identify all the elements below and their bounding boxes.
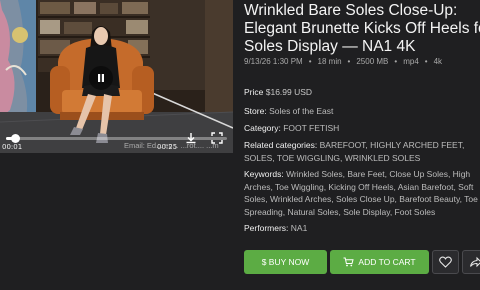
favorite-button[interactable] — [432, 250, 459, 274]
meta-date: 9/13/26 1:30 PM — [244, 57, 303, 66]
meta-size: 2500 MB — [356, 57, 389, 66]
fullscreen-button[interactable] — [210, 131, 224, 145]
duration: 00:25 — [157, 143, 178, 151]
category-link[interactable]: FOOT FETISH — [283, 123, 339, 133]
category-row: Category: FOOT FETISH — [244, 122, 339, 135]
performers-label: Performers: — [244, 223, 289, 233]
category-label: Category: — [244, 123, 281, 133]
seek-handle[interactable] — [10, 134, 20, 143]
keywords-line[interactable]: Spreading, Natural Soles, Sole Display, … — [244, 206, 480, 219]
meta-format: mp4 — [403, 57, 419, 66]
share-button[interactable] — [462, 250, 480, 274]
performer-link[interactable]: NA1 — [291, 223, 308, 233]
play-pause-button[interactable] — [89, 66, 113, 90]
price-label: Price — [244, 87, 264, 97]
buy-now-button[interactable]: $ BUY NOW — [244, 250, 327, 274]
performers-row: Performers: NA1 — [244, 222, 307, 235]
keywords: Keywords: Wrinkled Soles, Bare Feet, Clo… — [244, 168, 480, 218]
related-line[interactable]: SOLES, TOE WIGGLING, WRINKLED SOLES — [244, 152, 480, 165]
keywords-line[interactable]: Soles, Wrinkled Arches, Soles Close Up, … — [244, 193, 480, 206]
store-row: Store: Soles of the East — [244, 105, 333, 118]
share-icon — [470, 256, 480, 268]
title-line: Elegant Brunette Kicks Off Heels for — [244, 20, 480, 37]
store-link[interactable]: Soles of the East — [269, 106, 333, 116]
keywords-line[interactable]: Arches, Toe Wiggling, Kicking Off Heels,… — [244, 181, 480, 194]
title-line: Soles Display — NA1 4K — [244, 38, 416, 55]
product-title: Wrinkled Bare Soles Close-Up: Elegant Br… — [244, 2, 480, 56]
add-to-cart-button[interactable]: ADD TO CART — [330, 250, 429, 274]
keywords-line[interactable]: Wrinkled Soles, Bare Feet, Close Up Sole… — [286, 169, 470, 179]
title-line: Wrinkled Bare Soles Close-Up: — [244, 2, 458, 19]
fullscreen-icon — [211, 132, 223, 144]
cart-icon — [343, 257, 355, 267]
video-frame — [0, 0, 233, 153]
related-categories: Related categories: BAREFOOT, HIGHLY ARC… — [244, 139, 480, 164]
download-icon — [186, 133, 196, 144]
add-to-cart-label: ADD TO CART — [358, 257, 416, 267]
video-player[interactable]: Email: Ed... ec... ...rot.... ...m 00:01… — [0, 0, 233, 153]
current-time: 00:01 — [2, 143, 23, 151]
price-row: Price $16.99 USD — [244, 86, 312, 99]
buy-now-label: $ BUY NOW — [261, 257, 310, 267]
meta-quality: 4k — [433, 57, 443, 66]
heart-icon — [439, 256, 452, 268]
file-meta: 9/13/26 1:30 PM • 18 min • 2500 MB • mp4 • 4k — [244, 57, 443, 66]
keywords-label: Keywords: — [244, 169, 284, 179]
price-value: $16.99 USD — [265, 87, 313, 97]
related-line[interactable]: BAREFOOT, HIGHLY ARCHED FEET, — [320, 140, 465, 150]
related-label: Related categories: — [244, 140, 318, 150]
store-label: Store: — [244, 106, 267, 116]
download-button[interactable] — [184, 131, 198, 145]
play-pause-icon — [98, 74, 104, 82]
meta-length: 18 min — [317, 57, 342, 66]
